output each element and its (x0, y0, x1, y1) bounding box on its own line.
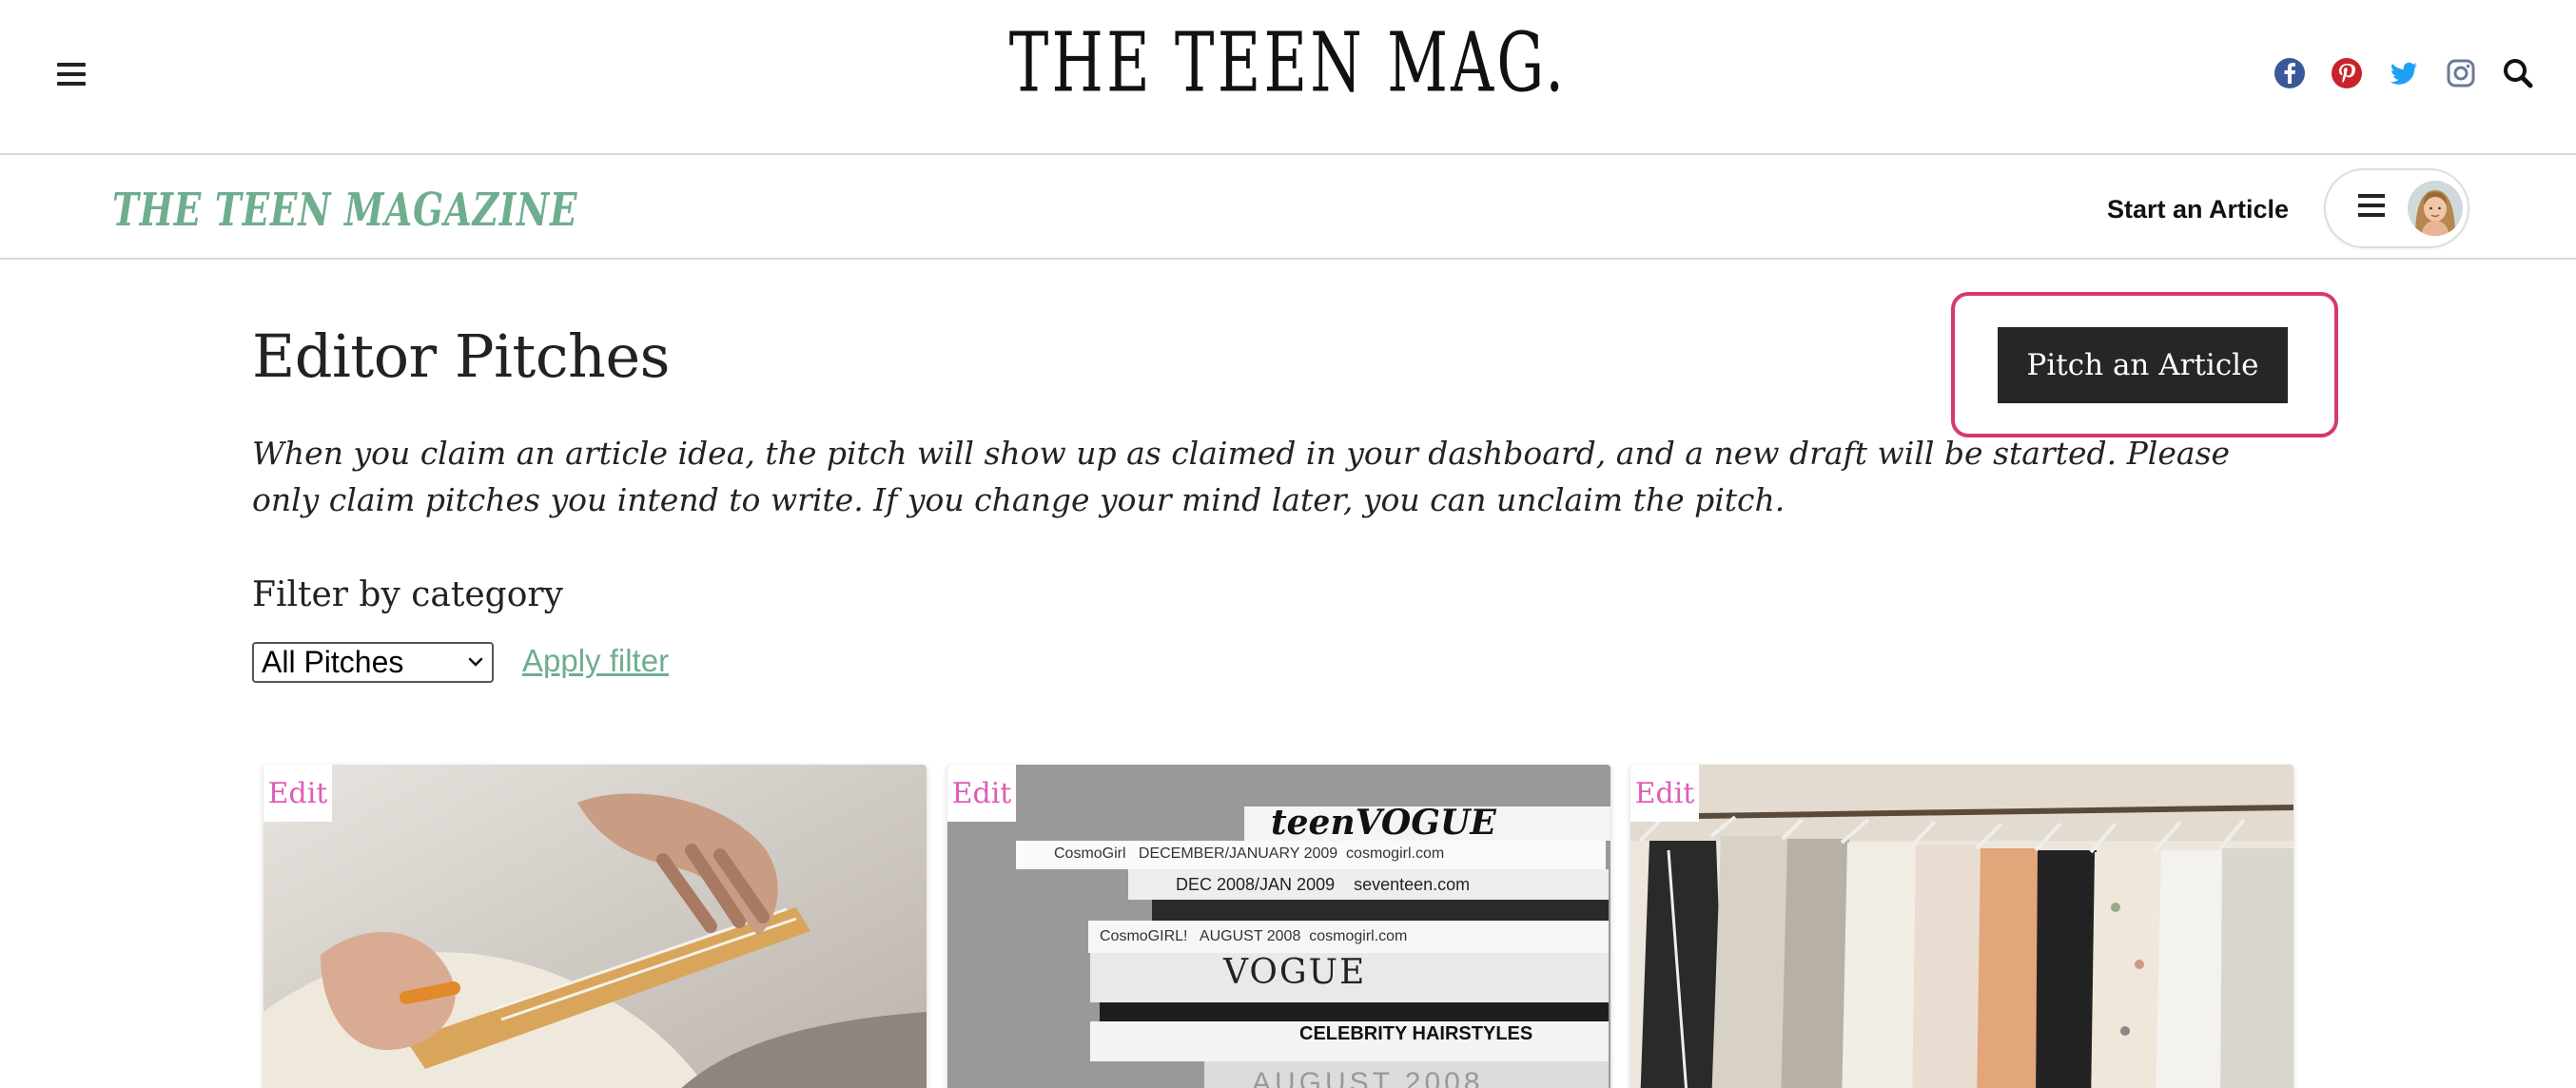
facebook-icon[interactable] (2274, 57, 2306, 89)
apply-filter-link[interactable]: Apply filter (522, 643, 669, 679)
intro-text: When you claim an article idea, the pitc… (252, 435, 2231, 518)
sub-header: THE TEEN MAGAZINE Start an Article (0, 155, 2576, 260)
magazine-title-5: VOGUE (1223, 953, 1367, 992)
social-links (2274, 57, 2534, 89)
magazine-title-2: CosmoGirl DECEMBER/JANUARY 2009 cosmogir… (1054, 845, 1445, 862)
pitch-article-button[interactable]: Pitch an Article (1998, 327, 2288, 403)
start-article-link[interactable]: Start an Article (2107, 195, 2289, 224)
twitter-icon[interactable] (2388, 57, 2420, 89)
guitar-photo (263, 765, 927, 1088)
magazine-title-4: CosmoGIRL! AUGUST 2008 cosmogirl.com (1100, 928, 1408, 944)
pinterest-icon[interactable] (2331, 57, 2363, 89)
instagram-icon[interactable] (2445, 57, 2477, 89)
magazine-title-3: DEC 2008/JAN 2009 seventeen.com (1176, 875, 1471, 894)
category-select-value: All Pitches (262, 645, 404, 679)
search-icon[interactable] (2502, 57, 2534, 89)
brand-logo[interactable]: THE TEEN MAG. (258, 23, 2318, 105)
pitch-card-2[interactable]: teenVOGUE CosmoGirl DECEMBER/JANUARY 200… (947, 765, 1610, 1088)
edit-button[interactable]: Edit (1630, 765, 1699, 822)
avatar (2408, 181, 2463, 236)
magazine-title-6: CELEBRITY HAIRSTYLES (1299, 1023, 1533, 1044)
clothing-rack-photo (1630, 765, 2293, 1088)
pitch-card-1[interactable]: Edit (263, 765, 927, 1088)
magazine-title-1: teenVOGUE (1271, 803, 1496, 843)
filter-label: Filter by category (252, 575, 563, 614)
edit-button[interactable]: Edit (947, 765, 1016, 822)
hamburger-icon (2358, 194, 2385, 223)
hamburger-menu-icon[interactable] (57, 63, 86, 86)
edit-button[interactable]: Edit (263, 765, 332, 822)
page-title: Editor Pitches (252, 321, 671, 391)
category-select[interactable]: All Pitches (252, 642, 494, 683)
top-header: THE TEEN MAG. (0, 0, 2576, 155)
pitch-card-3[interactable]: Edit (1630, 765, 2293, 1088)
chevron-down-icon (468, 657, 483, 667)
user-menu-button[interactable] (2324, 168, 2469, 248)
magazine-title-7: AUGUST 2008 (1252, 1067, 1484, 1088)
site-logo[interactable]: THE TEEN MAGAZINE (112, 185, 577, 236)
